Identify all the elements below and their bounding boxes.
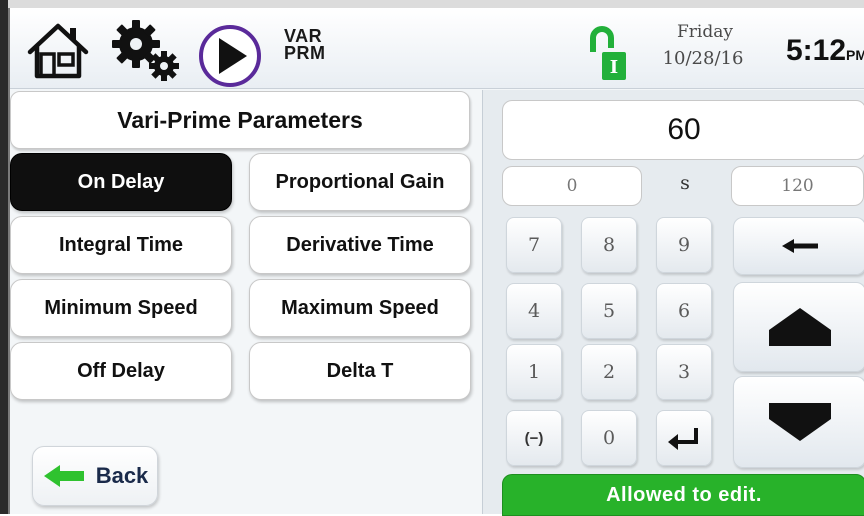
off-delay-button[interactable]: Off Delay	[10, 342, 232, 400]
minimum-speed-button[interactable]: Minimum Speed	[10, 279, 232, 337]
delta-t-button[interactable]: Delta T	[249, 342, 471, 400]
svg-text:I: I	[610, 57, 618, 78]
backspace-key[interactable]	[733, 217, 864, 275]
day-label: Friday	[677, 22, 733, 42]
backspace-icon	[781, 239, 818, 253]
edit-status-bar: Allowed to edit.	[502, 474, 864, 516]
gear-icon[interactable]	[106, 16, 186, 86]
play-icon[interactable]	[196, 22, 264, 90]
maximum-speed-button[interactable]: Maximum Speed	[249, 279, 471, 337]
frame-left	[0, 0, 8, 514]
back-label: Back	[95, 463, 149, 488]
mode-label-line2: PRM	[284, 43, 326, 63]
hmi-screen: VAR PRM I Friday 10/28/16 5:12PM Vari-Pr…	[0, 0, 864, 516]
home-icon[interactable]	[26, 18, 90, 82]
date-label: 10/28/16	[662, 48, 744, 69]
key-1[interactable]: 1	[506, 344, 562, 400]
back-arrow-icon	[43, 465, 84, 487]
proportional-gain-button[interactable]: Proportional Gain	[249, 153, 471, 211]
frame-top	[0, 0, 864, 8]
key-4[interactable]: 4	[506, 283, 562, 339]
key-6[interactable]: 6	[656, 283, 712, 339]
mode-label: VAR PRM	[284, 27, 326, 63]
on-delay-button[interactable]: On Delay	[10, 153, 232, 211]
decrement-key[interactable]	[733, 376, 864, 468]
max-value-box: 120	[731, 166, 864, 206]
key-2[interactable]: 2	[581, 344, 637, 400]
negate-key[interactable]: (−)	[506, 410, 562, 466]
key-7[interactable]: 7	[506, 217, 562, 273]
arrow-down-icon	[768, 403, 831, 441]
unit-label: s	[680, 172, 690, 194]
value-display[interactable]: 60	[502, 100, 864, 160]
frame-left-edge	[8, 8, 10, 514]
key-3[interactable]: 3	[656, 344, 712, 400]
lock-icon[interactable]: I	[588, 26, 628, 84]
key-8[interactable]: 8	[581, 217, 637, 273]
key-9[interactable]: 9	[656, 217, 712, 273]
derivative-time-button[interactable]: Derivative Time	[249, 216, 471, 274]
page-title: Vari-Prime Parameters	[10, 91, 470, 149]
integral-time-button[interactable]: Integral Time	[10, 216, 232, 274]
arrow-up-icon	[768, 308, 831, 346]
key-5[interactable]: 5	[581, 283, 637, 339]
time-label: 5:12	[786, 34, 847, 67]
ampm-label: PM	[846, 47, 864, 63]
header-bar: VAR PRM I Friday 10/28/16 5:12PM	[8, 8, 864, 89]
back-button[interactable]: Back	[32, 446, 158, 506]
enter-key[interactable]	[656, 410, 712, 466]
min-value-box: 0	[502, 166, 642, 206]
key-0[interactable]: 0	[581, 410, 637, 466]
clock: 5:12PM	[786, 34, 864, 68]
increment-key[interactable]	[733, 282, 864, 372]
enter-icon	[668, 428, 698, 450]
